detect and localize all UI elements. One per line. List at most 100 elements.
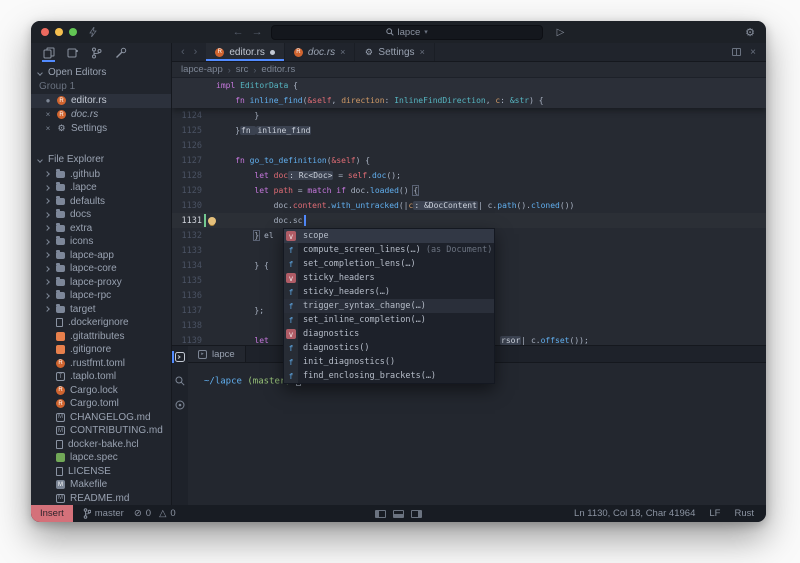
tree-file[interactable]: T.taplo.toml	[31, 370, 171, 384]
tree-folder[interactable]: icons	[31, 235, 171, 249]
folder-icon	[56, 198, 65, 205]
close-icon[interactable]: ×	[44, 124, 52, 133]
line-gutter: 1135	[172, 273, 216, 288]
breadcrumb-part[interactable]: editor.rs	[261, 64, 295, 75]
breadcrumb-part[interactable]: src	[236, 64, 249, 75]
open-editor-item[interactable]: ×⚙Settings	[31, 122, 171, 136]
tree-file[interactable]: MCONTRIBUTING.md	[31, 424, 171, 438]
explorer-icon[interactable]	[40, 44, 57, 62]
tree-folder[interactable]: defaults	[31, 195, 171, 209]
debug-console-icon[interactable]	[173, 398, 187, 412]
close-editor-icon[interactable]: ×	[750, 47, 756, 58]
forward-button[interactable]: →	[252, 27, 263, 38]
tab-history-forward-button[interactable]: ›	[194, 46, 198, 58]
completion-item[interactable]: vscope	[284, 229, 494, 243]
completion-item[interactable]: ftrigger_syntax_change(…)	[284, 299, 494, 313]
completion-item[interactable]: vdiagnostics	[284, 327, 494, 341]
completion-item[interactable]: vsticky_headers	[284, 271, 494, 285]
completion-item[interactable]: fcompute_screen_lines(…) (as Document)	[284, 243, 494, 257]
tree-file[interactable]: .gitattributes	[31, 330, 171, 344]
tree-folder[interactable]: lapce-core	[31, 262, 171, 276]
mode-badge[interactable]: Insert	[31, 505, 73, 522]
bulb-slot	[208, 337, 216, 345]
tree-file[interactable]: .gitignore	[31, 343, 171, 357]
completion-item[interactable]: fdiagnostics()	[284, 341, 494, 355]
breadcrumb[interactable]: lapce-app›src›editor.rs	[172, 62, 766, 78]
open-editor-item[interactable]: ●Reditor.rs	[31, 94, 171, 108]
cursor-position[interactable]: Ln 1130, Col 18, Char 41964	[574, 508, 695, 519]
tree-folder[interactable]: lapce-app	[31, 249, 171, 263]
tab-label: editor.rs	[229, 47, 265, 58]
completion-item[interactable]: fset_inline_completion(…)	[284, 313, 494, 327]
breadcrumb-part[interactable]: lapce-app	[181, 64, 223, 75]
chevron-right-icon	[44, 279, 50, 285]
lightbulb-icon[interactable]	[208, 217, 216, 225]
close-tab-icon[interactable]: ×	[420, 47, 425, 57]
terminal-output[interactable]: ~/lapce (master)	[188, 363, 766, 505]
run-button[interactable]: ▷	[557, 27, 565, 38]
completion-item[interactable]: fsticky_headers(…)	[284, 285, 494, 299]
palette-query-text: lapce	[398, 27, 421, 38]
terminal-icon[interactable]	[173, 350, 187, 364]
change-bar-slot	[204, 169, 206, 182]
tree-file[interactable]: R.rustfmt.toml	[31, 357, 171, 371]
tree-folder[interactable]: target	[31, 303, 171, 317]
terminal-tab[interactable]: ▸ lapce	[188, 346, 246, 362]
tab-bar: ‹ › Reditor.rsRdoc.rs×⚙Settings× ×	[172, 43, 766, 62]
zoom-window-button[interactable]	[69, 28, 77, 36]
tree-file[interactable]: docker-bake.hcl	[31, 438, 171, 452]
source-control-icon[interactable]	[88, 44, 105, 62]
completion-item[interactable]: finit_diagnostics()	[284, 355, 494, 369]
tab-history-back-button[interactable]: ‹	[181, 46, 185, 58]
language-mode[interactable]: Rust	[734, 508, 754, 519]
warning-icon: △	[159, 508, 166, 519]
tree-folder[interactable]: lapce-proxy	[31, 276, 171, 290]
tree-folder[interactable]: .github	[31, 168, 171, 182]
tab-editor-rs[interactable]: Reditor.rs	[206, 43, 285, 61]
tree-file[interactable]: MCHANGELOG.md	[31, 411, 171, 425]
tree-file[interactable]: .dockerignore	[31, 316, 171, 330]
back-button[interactable]: ←	[233, 27, 244, 38]
tree-folder[interactable]: extra	[31, 222, 171, 236]
line-ending[interactable]: LF	[709, 508, 720, 519]
toggle-bottom-panel-icon[interactable]	[393, 510, 404, 518]
completion-item[interactable]: ffind_enclosing_brackets(…)	[284, 369, 494, 383]
line-gutter: 1131	[172, 213, 216, 228]
completion-label: set_inline_completion(…)	[303, 315, 426, 325]
command-palette-input[interactable]: lapce ▾	[271, 25, 543, 40]
plugins-icon[interactable]	[64, 44, 81, 62]
problems-indicator[interactable]: ⊘ 0 △ 0	[134, 508, 176, 519]
close-tab-icon[interactable]: ×	[340, 47, 345, 57]
debug-icon[interactable]	[112, 44, 129, 62]
open-editors-list: ●Reditor.rs×Rdoc.rs×⚙Settings	[31, 94, 171, 136]
open-editor-item[interactable]: ×Rdoc.rs	[31, 108, 171, 122]
close-window-button[interactable]	[41, 28, 49, 36]
close-icon[interactable]: ×	[44, 110, 52, 119]
completion-item[interactable]: fset_completion_lens(…)	[284, 257, 494, 271]
tab-doc-rs[interactable]: Rdoc.rs×	[285, 43, 356, 61]
tree-file[interactable]: MREADME.md	[31, 492, 171, 506]
tree-file[interactable]: RCargo.toml	[31, 397, 171, 411]
file-name: .gitattributes	[70, 331, 124, 342]
file-explorer-header[interactable]: File Explorer	[31, 153, 171, 167]
branch-indicator[interactable]: master	[83, 508, 124, 519]
toggle-left-panel-icon[interactable]	[375, 510, 386, 518]
toggle-right-panel-icon[interactable]	[411, 510, 422, 518]
chevron-right-icon	[44, 185, 50, 191]
tree-file[interactable]: MMakefile	[31, 478, 171, 492]
search-icon[interactable]	[173, 374, 187, 388]
settings-gear-icon[interactable]: ⚙	[745, 26, 755, 39]
open-editors-header[interactable]: Open Editors	[31, 66, 171, 80]
minimize-window-button[interactable]	[55, 28, 63, 36]
tree-folder[interactable]: lapce-rpc	[31, 289, 171, 303]
change-bar-slot	[204, 289, 206, 302]
tree-file[interactable]: RCargo.lock	[31, 384, 171, 398]
tab-Settings[interactable]: ⚙Settings×	[355, 43, 434, 61]
tree-folder[interactable]: docs	[31, 208, 171, 222]
tree-file[interactable]: LICENSE	[31, 465, 171, 479]
folder-name: docs	[70, 209, 91, 220]
split-editor-icon[interactable]	[732, 48, 741, 56]
tree-folder[interactable]: .lapce	[31, 181, 171, 195]
folder-icon	[56, 171, 65, 178]
tree-file[interactable]: lapce.spec	[31, 451, 171, 465]
